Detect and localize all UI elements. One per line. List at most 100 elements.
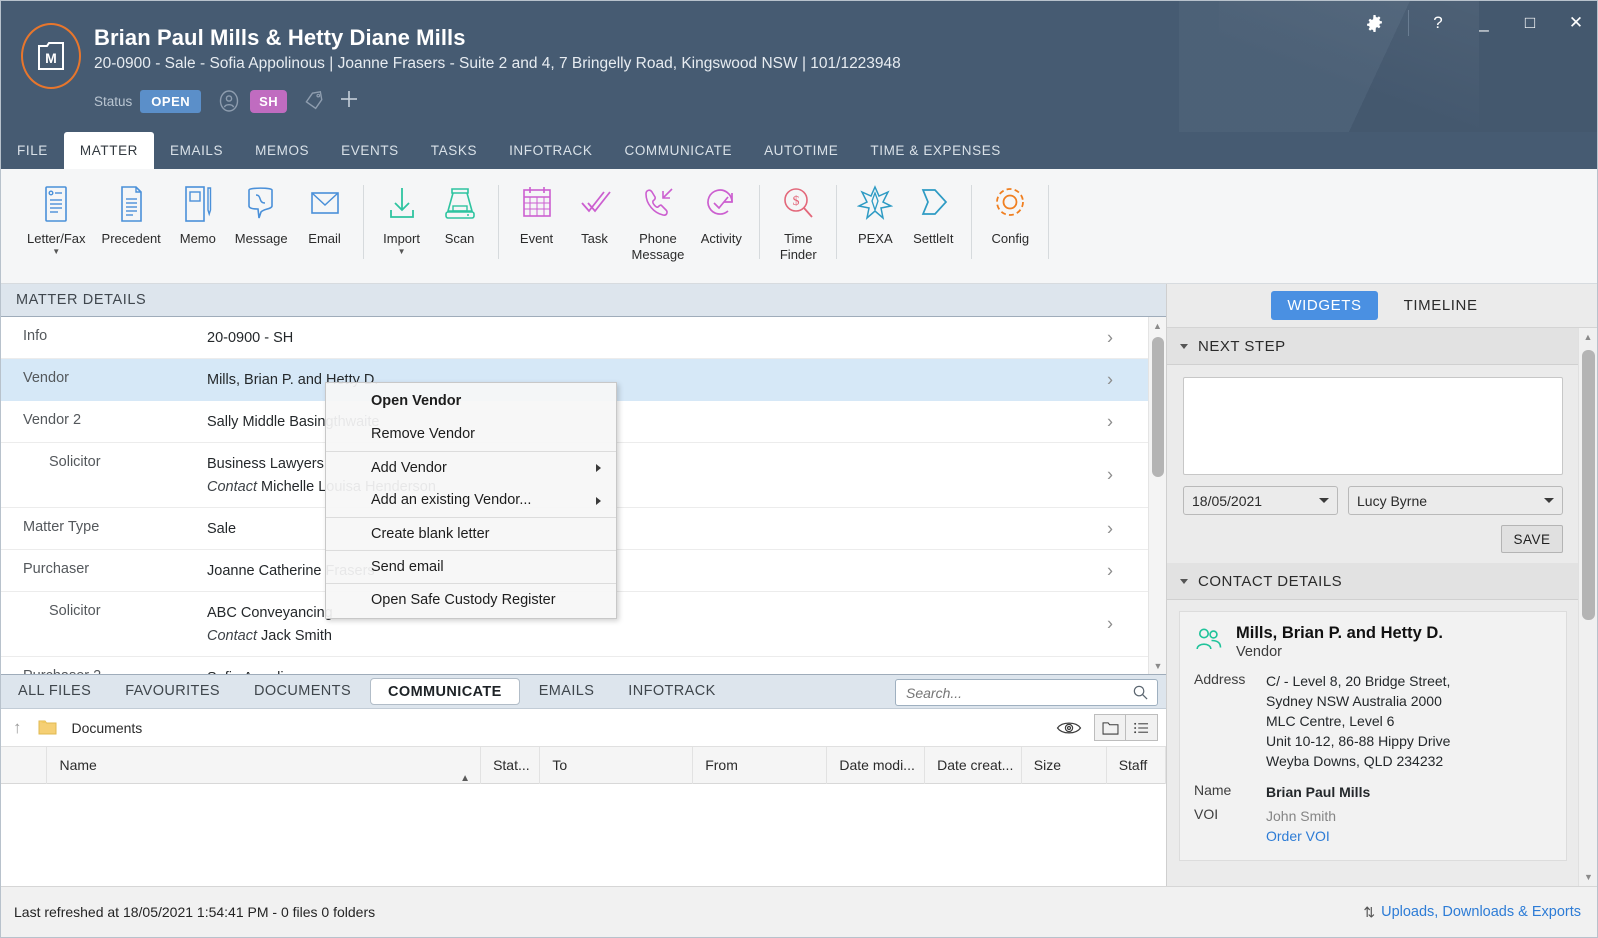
add-icon[interactable] [338, 88, 360, 115]
context-menu-item-send-email[interactable]: Send email [326, 550, 616, 583]
path-label[interactable]: Documents [72, 720, 143, 736]
status-badge[interactable]: OPEN [140, 89, 202, 113]
next-step-note-input[interactable] [1183, 377, 1563, 475]
ribbon-button-task[interactable]: Task [566, 169, 624, 247]
right-panel-scrollbar[interactable]: ▲ ▼ [1578, 328, 1597, 886]
ribbon-tab-tasks[interactable]: TASKS [415, 132, 493, 169]
ribbon-tab-autotime[interactable]: AUTOTIME [748, 132, 854, 169]
ribbon-tab-communicate[interactable]: COMMUNICATE [608, 132, 748, 169]
matter-detail-row[interactable]: Info 20-0900 - SH › [1, 317, 1148, 359]
preview-eye-icon[interactable] [1056, 719, 1082, 737]
ribbon-button-time-finder[interactable]: $ Time Finder [769, 169, 827, 263]
context-menu-item-open-vendor[interactable]: Open Vendor [326, 385, 616, 418]
context-menu-item-remove-vendor[interactable]: Remove Vendor [326, 418, 616, 451]
chevron-right-icon[interactable]: › [1107, 667, 1113, 674]
help-button[interactable]: ? [1415, 1, 1461, 45]
file-column-header-from[interactable]: From [693, 746, 828, 784]
file-tab-emails[interactable]: EMAILS [522, 674, 612, 709]
person-icon[interactable] [217, 89, 241, 113]
chevron-right-icon[interactable]: › [1107, 411, 1113, 432]
right-panel-tab-widgets[interactable]: WIDGETS [1271, 291, 1378, 320]
matter-details-scrollbar[interactable]: ▲ ▼ [1148, 317, 1166, 674]
scrollbar-thumb[interactable] [1582, 350, 1595, 620]
ribbon-tab-events[interactable]: EVENTS [325, 132, 415, 169]
context-menu-item-add-vendor[interactable]: Add Vendor [326, 451, 616, 484]
maximize-button[interactable]: □ [1507, 1, 1553, 45]
ribbon-button-config[interactable]: Config [981, 169, 1039, 247]
file-tab-favourites[interactable]: FAVOURITES [108, 674, 237, 709]
next-step-section-header[interactable]: NEXT STEP [1167, 328, 1579, 365]
ribbon-button-activity[interactable]: Activity [692, 169, 750, 247]
file-tab-documents[interactable]: DOCUMENTS [237, 674, 368, 709]
scroll-down-icon[interactable]: ▼ [1149, 657, 1167, 674]
file-column-header-date-creat[interactable]: Date creat... [925, 746, 1022, 784]
ribbon-button-event[interactable]: Event [508, 169, 566, 247]
search-icon[interactable] [1132, 684, 1149, 701]
uploads-downloads-exports-link[interactable]: ⇅ Uploads, Downloads & Exports [1363, 904, 1581, 921]
ribbon-tab-memos[interactable]: MEMOS [239, 132, 325, 169]
chevron-right-icon[interactable]: › [1107, 560, 1113, 581]
sort-ascending-icon[interactable]: ▲ [460, 760, 470, 784]
file-column-header-stat[interactable]: Stat... [481, 746, 541, 784]
context-menu-item-add-an-existing-vendor[interactable]: Add an existing Vendor... [326, 484, 616, 517]
file-tab-infotrack[interactable]: INFOTRACK [611, 674, 732, 709]
navigate-up-icon[interactable]: ↑ [13, 718, 22, 738]
search-input[interactable] [896, 683, 1132, 702]
ribbon-button-letter-fax[interactable]: Letter/Fax ▼ [19, 169, 94, 256]
scroll-down-icon[interactable]: ▼ [1579, 868, 1597, 886]
context-menu-item-open-safe-custody-register[interactable]: Open Safe Custody Register [326, 583, 616, 616]
ribbon-tab-matter[interactable]: MATTER [63, 132, 155, 169]
minimize-button[interactable]: _ [1461, 1, 1507, 45]
ribbon-button-phone-message[interactable]: Phone Message [624, 169, 693, 263]
ribbon-button-precedent[interactable]: Precedent [94, 169, 169, 247]
file-column-header-date-modi[interactable]: Date modi... [827, 746, 926, 784]
ribbon-button-memo[interactable]: Memo [169, 169, 227, 247]
ribbon-tab-file[interactable]: FILE [1, 132, 64, 169]
scroll-up-icon[interactable]: ▲ [1149, 317, 1166, 334]
right-panel-tab-timeline[interactable]: TIMELINE [1388, 291, 1494, 320]
close-button[interactable]: ✕ [1553, 1, 1597, 45]
folder-view-button[interactable] [1094, 714, 1126, 741]
scroll-up-icon[interactable]: ▲ [1579, 328, 1597, 346]
chevron-right-icon[interactable]: › [1107, 518, 1113, 539]
chevron-down-icon[interactable]: ▼ [398, 248, 406, 256]
next-step-date-select[interactable]: 18/05/2021 [1183, 486, 1338, 515]
submenu-arrow-icon[interactable] [596, 496, 601, 505]
chevron-down-icon[interactable] [1319, 498, 1329, 503]
search-box[interactable] [895, 679, 1158, 706]
chevron-right-icon[interactable]: › [1107, 465, 1113, 486]
ribbon-tab-infotrack[interactable]: INFOTRACK [493, 132, 608, 169]
ribbon-button-settleit[interactable]: SettleIt [904, 169, 962, 247]
list-view-button[interactable] [1126, 714, 1158, 741]
file-column-header-staff[interactable]: Staff [1107, 746, 1166, 784]
ribbon-tab-emails[interactable]: EMAILS [154, 132, 239, 169]
order-voi-link[interactable]: Order VOI [1266, 826, 1336, 846]
ribbon-button-pexa[interactable]: PEXA [846, 169, 904, 247]
file-tab-all-files[interactable]: ALL FILES [1, 674, 108, 709]
ribbon-button-email[interactable]: Email [296, 169, 354, 247]
ribbon-button-scan[interactable]: Scan [431, 169, 489, 247]
ribbon-button-import[interactable]: Import ▼ [373, 169, 431, 256]
file-column-header-to[interactable]: To [540, 746, 694, 784]
tag-icon[interactable] [303, 88, 325, 115]
ribbon-tab-time-expenses[interactable]: TIME & EXPENSES [854, 132, 1017, 169]
context-menu-item-create-blank-letter[interactable]: Create blank letter [326, 517, 616, 550]
collapse-triangle-icon[interactable] [1180, 343, 1188, 349]
submenu-arrow-icon[interactable] [596, 464, 601, 472]
contact-details-section-header[interactable]: CONTACT DETAILS [1167, 563, 1579, 600]
chevron-right-icon[interactable]: › [1107, 614, 1113, 635]
next-step-staff-select[interactable]: Lucy Byrne [1348, 486, 1563, 515]
file-column-header-size[interactable]: Size [1022, 746, 1107, 784]
file-column-header-name[interactable]: Name ▲ [47, 746, 482, 784]
chevron-right-icon[interactable]: › [1107, 327, 1113, 348]
chevron-right-icon[interactable]: › [1107, 369, 1113, 390]
chevron-down-icon[interactable] [1544, 498, 1554, 503]
save-button[interactable]: SAVE [1501, 525, 1563, 553]
file-tab-communicate[interactable]: COMMUNICATE [370, 678, 520, 705]
scrollbar-thumb[interactable] [1152, 337, 1164, 477]
chevron-down-icon[interactable]: ▼ [52, 248, 60, 256]
collapse-triangle-icon[interactable] [1180, 578, 1188, 584]
settings-gear-icon[interactable] [1346, 1, 1402, 45]
staff-initials-badge[interactable]: SH [250, 89, 288, 113]
matter-detail-row[interactable]: Purchaser 2Sofia Appolinous› [1, 657, 1148, 674]
